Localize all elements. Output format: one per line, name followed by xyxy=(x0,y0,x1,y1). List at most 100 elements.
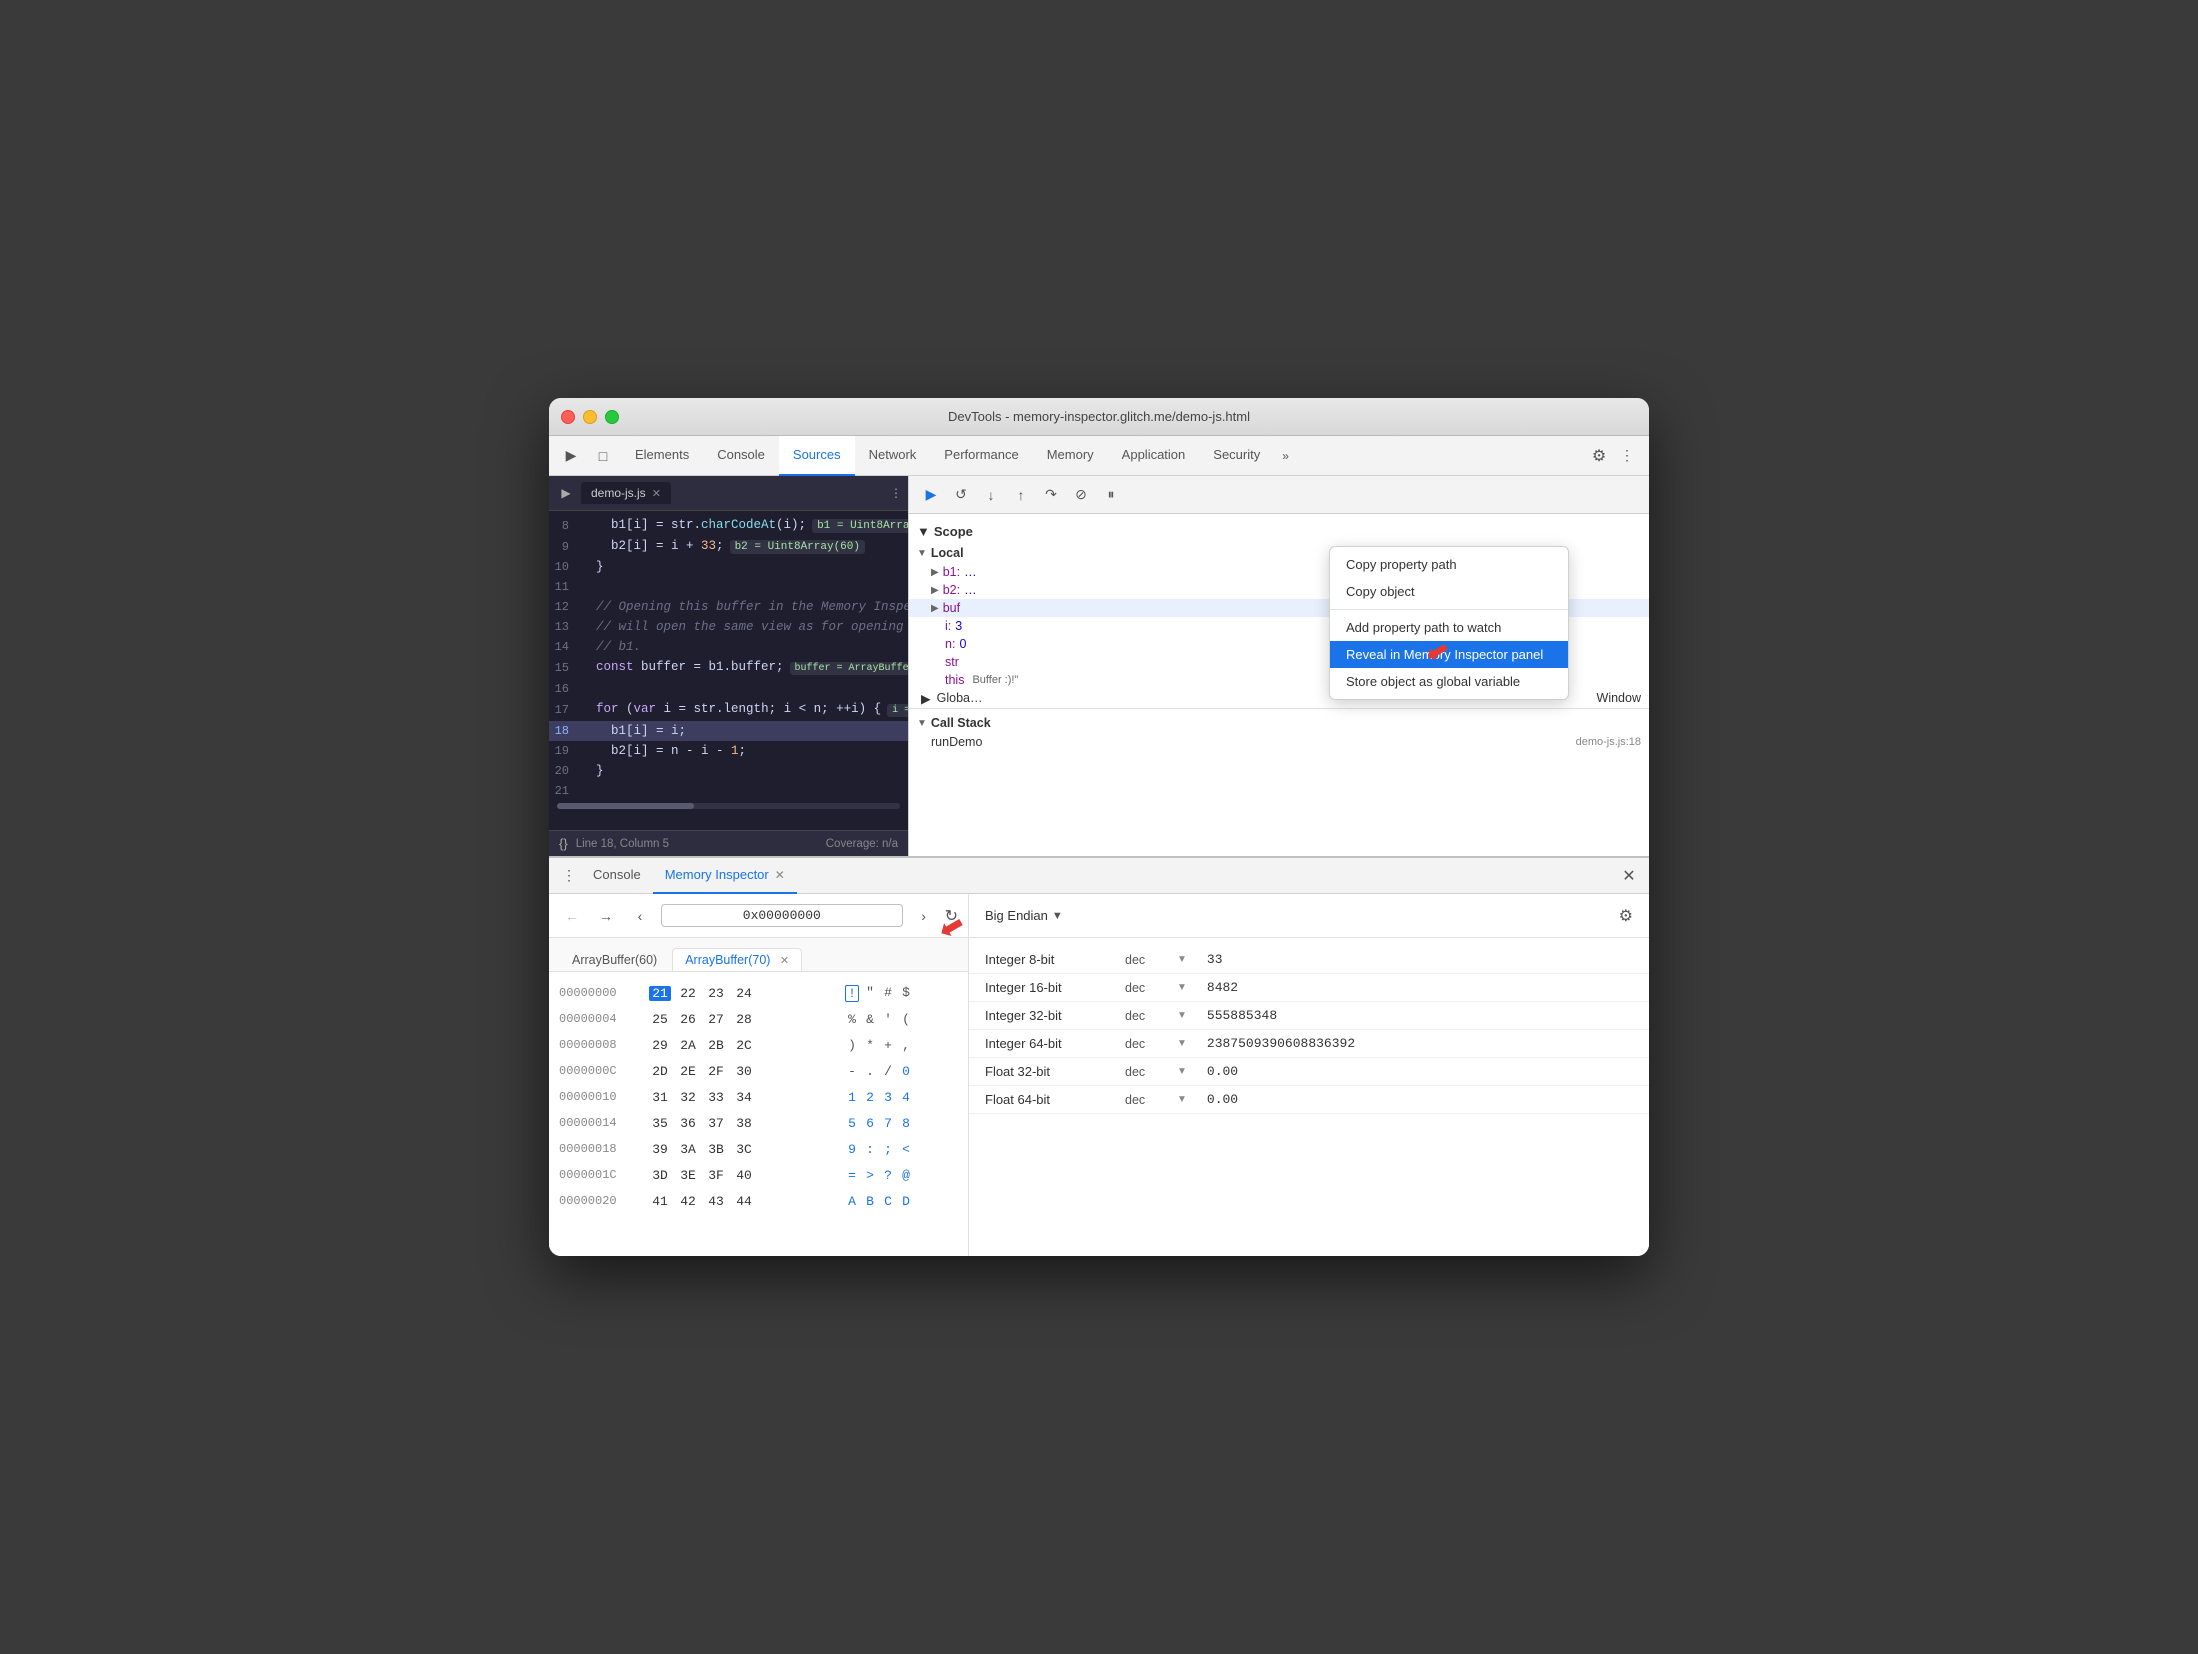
bottom-tab-menu-icon[interactable]: ⋮ xyxy=(557,864,581,888)
global-arrow: ▶ xyxy=(921,691,931,706)
code-line-8: 8 b1[i] = str.charCodeAt(i);b1 = Uint8Ar… xyxy=(549,515,908,536)
ctx-reveal-memory[interactable]: Reveal in Memory Inspector panel xyxy=(1330,641,1568,668)
callstack-item-runDemo[interactable]: runDemo demo-js.js:18 xyxy=(909,733,1649,751)
memory-prev-button[interactable]: ‹ xyxy=(627,903,653,929)
tab-performance[interactable]: Performance xyxy=(930,436,1032,476)
call-stack-section: ▼ Call Stack runDemo demo-js.js:18 xyxy=(909,708,1649,755)
source-editor-panel: ▶ demo-js.js ✕ ⋮ 8 b1[i] = str.charCodeA… xyxy=(549,476,909,856)
memory-next-button[interactable]: › xyxy=(911,903,937,929)
hex-row-4: 00000004 25 26 27 28 % & ' xyxy=(559,1006,958,1032)
hex-row-8: 00000008 29 2A 2B 2C ) * + xyxy=(559,1032,958,1058)
source-file-close[interactable]: ✕ xyxy=(652,487,661,500)
pause-on-exceptions-button[interactable]: ⏸ xyxy=(1099,483,1123,507)
window-controls xyxy=(561,410,619,424)
step-button[interactable]: ↷ xyxy=(1039,483,1063,507)
tab-memory[interactable]: Memory xyxy=(1033,436,1108,476)
ctx-copy-object[interactable]: Copy object xyxy=(1330,578,1568,605)
close-button[interactable] xyxy=(561,410,575,424)
data-row-float32: Float 32-bit dec ▼ 0.00 xyxy=(969,1058,1649,1086)
hex-grid: 00000000 21 22 23 24 ! " # xyxy=(549,972,968,1256)
top-tab-bar: ▶ □ Elements Console Sources Network Per… xyxy=(549,436,1649,476)
settings-icon[interactable]: ⚙ xyxy=(1585,442,1613,470)
code-line-21: 21 xyxy=(549,781,908,801)
cursor-icon[interactable]: ▶ xyxy=(557,442,585,470)
code-line-17: 17 for (var i = str.length; i < n; ++i) … xyxy=(549,699,908,721)
buffer-tab-bar: ArrayBuffer(60) ArrayBuffer(70) ✕ xyxy=(549,938,968,972)
code-line-12: 12 // Opening this buffer in the Memory … xyxy=(549,597,908,617)
code-line-9: 9 b2[i] = i + 33;b2 = Uint8Array(60) xyxy=(549,536,908,557)
data-inspector-settings-icon[interactable]: ⚙ xyxy=(1619,906,1633,926)
bottom-tab-bar: ⋮ Console Memory Inspector ✕ ✕ xyxy=(549,858,1649,894)
tab-elements[interactable]: Elements xyxy=(621,436,703,476)
code-line-13: 13 // will open the same view as for ope… xyxy=(549,617,908,637)
code-line-14: 14 // b1. xyxy=(549,637,908,657)
hex-row-10: 00000010 31 32 33 34 1 2 3 xyxy=(559,1084,958,1110)
memory-forward-button[interactable]: → xyxy=(593,903,619,929)
deactivate-breakpoints-button[interactable]: ⊘ xyxy=(1069,483,1093,507)
tab-sources[interactable]: Sources xyxy=(779,436,855,476)
code-scrollbar[interactable] xyxy=(557,803,900,809)
context-menu: Copy property path Copy object Add prope… xyxy=(1329,546,1569,700)
bottom-tab-memory-inspector[interactable]: Memory Inspector ✕ xyxy=(653,858,797,894)
memory-inspector-tab-close[interactable]: ✕ xyxy=(775,868,785,882)
local-label: Local xyxy=(931,546,964,560)
tab-network[interactable]: Network xyxy=(855,436,931,476)
resume-button[interactable]: ▶ xyxy=(919,483,943,507)
buffer-tab-60[interactable]: ArrayBuffer(60) xyxy=(559,948,670,971)
source-tab-end[interactable]: ⋮ xyxy=(890,486,902,500)
ctx-store-global[interactable]: Store object as global variable xyxy=(1330,668,1568,695)
main-area: ▶ demo-js.js ✕ ⋮ 8 b1[i] = str.charCodeA… xyxy=(549,476,1649,856)
scope-arrow: ▼ xyxy=(917,524,930,539)
status-braces: {} xyxy=(559,836,568,851)
buffer-tab-70[interactable]: ArrayBuffer(70) ✕ xyxy=(672,948,802,971)
devtools-window: DevTools - memory-inspector.glitch.me/de… xyxy=(549,398,1649,1256)
scope-section-header[interactable]: ▼ Scope xyxy=(909,520,1649,543)
code-editor: 8 b1[i] = str.charCodeAt(i);b1 = Uint8Ar… xyxy=(549,511,908,830)
hex-row-18: 00000018 39 3A 3B 3C 9 : ; xyxy=(559,1136,958,1162)
bottom-panel-close[interactable]: ✕ xyxy=(1617,864,1641,888)
code-line-19: 19 b2[i] = n - i - 1; xyxy=(549,741,908,761)
more-tabs-button[interactable]: » xyxy=(1274,436,1297,476)
code-line-18: 18 b1[i] = i; xyxy=(549,721,908,741)
data-inspector-toolbar: Big Endian ▼ ⚙ xyxy=(969,894,1649,938)
ctx-copy-property-path[interactable]: Copy property path xyxy=(1330,551,1568,578)
step-over-button[interactable]: ↺ xyxy=(949,483,973,507)
step-into-button[interactable]: ↓ xyxy=(979,483,1003,507)
memory-hex-panel: ← → ‹ › ↻ ArrayBuffer(60) ArrayBuffer( xyxy=(549,894,969,1256)
memory-address-input[interactable] xyxy=(661,904,903,927)
code-line-16: 16 xyxy=(549,679,908,699)
buffer-tab-close[interactable]: ✕ xyxy=(780,955,789,967)
debug-toolbar: ▶ ↺ ↓ ↑ ↷ ⊘ ⏸ xyxy=(909,476,1649,514)
ctx-separator-1 xyxy=(1330,609,1568,610)
tab-console[interactable]: Console xyxy=(703,436,779,476)
endian-selector[interactable]: Big Endian ▼ xyxy=(985,908,1063,923)
hex-row-c: 0000000C 2D 2E 2F 30 - . / xyxy=(559,1058,958,1084)
tab-security[interactable]: Security xyxy=(1199,436,1274,476)
memory-back-button[interactable]: ← xyxy=(559,903,585,929)
more-options-icon[interactable]: ⋮ xyxy=(1613,442,1641,470)
ctx-add-watch[interactable]: Add property path to watch xyxy=(1330,614,1568,641)
bottom-tab-console[interactable]: Console xyxy=(581,858,653,894)
tab-application[interactable]: Application xyxy=(1108,436,1200,476)
hex-byte-21[interactable]: 21 xyxy=(649,986,671,1001)
data-inspector-panel: Big Endian ▼ ⚙ Integer 8-bit dec ▼ 33 xyxy=(969,894,1649,1256)
scope-label: Scope xyxy=(934,524,973,539)
data-row-int64: Integer 64-bit dec ▼ 2387509390608836392 xyxy=(969,1030,1649,1058)
callstack-header[interactable]: ▼ Call Stack xyxy=(909,713,1649,733)
memory-refresh-button[interactable]: ↻ xyxy=(945,906,958,926)
code-line-11: 11 xyxy=(549,577,908,597)
code-scrollbar-thumb xyxy=(557,803,694,809)
status-bar: {} Line 18, Column 5 Coverage: n/a xyxy=(549,830,908,856)
layers-icon[interactable]: □ xyxy=(589,442,617,470)
right-debug-panel: ▶ ↺ ↓ ↑ ↷ ⊘ ⏸ ▼ Scope ▼ Local xyxy=(909,476,1649,856)
source-file-tab-demo-js[interactable]: demo-js.js ✕ xyxy=(581,482,671,504)
code-line-10: 10 } xyxy=(549,557,908,577)
local-arrow: ▼ xyxy=(917,548,927,559)
source-nav-icon[interactable]: ▶ xyxy=(555,482,577,504)
minimize-button[interactable] xyxy=(583,410,597,424)
devtools-body: ▶ □ Elements Console Sources Network Per… xyxy=(549,436,1649,1256)
step-out-button[interactable]: ↑ xyxy=(1009,483,1033,507)
data-type-table: Integer 8-bit dec ▼ 33 Integer 16-bit de… xyxy=(969,938,1649,1256)
maximize-button[interactable] xyxy=(605,410,619,424)
hex-row-14: 00000014 35 36 37 38 5 6 7 xyxy=(559,1110,958,1136)
